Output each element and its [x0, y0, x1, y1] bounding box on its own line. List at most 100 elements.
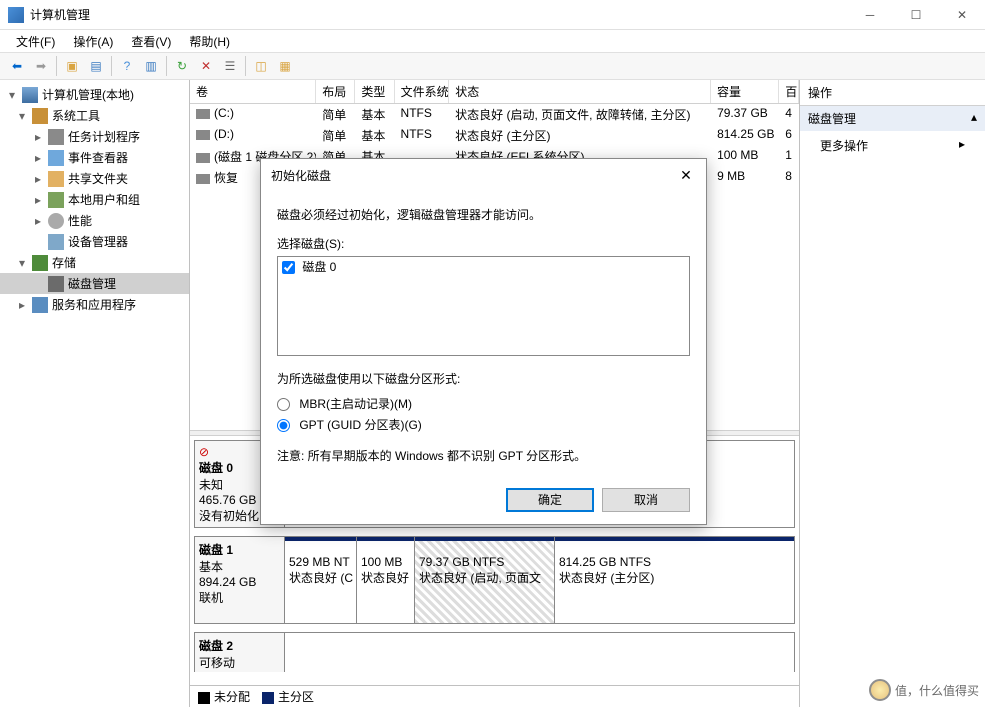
window-title: 计算机管理: [30, 6, 847, 23]
mbr-radio-row[interactable]: MBR(主启动记录)(M): [277, 395, 690, 412]
tree-system-tools[interactable]: ▾系统工具: [0, 105, 189, 126]
tree-shared-folders[interactable]: ▸共享文件夹: [0, 168, 189, 189]
disk-checkbox[interactable]: [282, 261, 295, 274]
actions-more[interactable]: 更多操作▸: [800, 131, 985, 160]
separator: [56, 56, 57, 76]
disk-1-block[interactable]: 磁盘 1 基本 894.24 GB 联机 529 MB NT状态良好 (C 10…: [194, 536, 795, 624]
table-icon[interactable]: ▤: [85, 55, 107, 77]
tree-label: 性能: [68, 212, 92, 229]
tree-device-manager[interactable]: ▸设备管理器: [0, 231, 189, 252]
disk-1-partition-2[interactable]: 100 MB状态良好: [357, 537, 415, 623]
select-disk-label: 选择磁盘(S):: [277, 235, 690, 252]
forward-icon[interactable]: ➡: [30, 55, 52, 77]
new-icon[interactable]: ◫: [250, 55, 272, 77]
app-icon: [8, 7, 24, 23]
cancel-button[interactable]: 取消: [602, 488, 690, 512]
col-type[interactable]: 类型: [355, 80, 394, 103]
disk-item-label: 磁盘 0: [302, 260, 336, 274]
legend: 未分配 主分区: [190, 685, 799, 707]
tree-label: 共享文件夹: [68, 170, 128, 187]
close-button[interactable]: ✕: [939, 0, 985, 30]
separator: [245, 56, 246, 76]
menu-file[interactable]: 文件(F): [8, 31, 63, 52]
tree-label: 磁盘管理: [68, 275, 116, 292]
tree-event-viewer[interactable]: ▸事件查看器: [0, 147, 189, 168]
tree-root[interactable]: ▾计算机管理(本地): [0, 84, 189, 105]
tree-label: 存储: [52, 254, 76, 271]
separator: [111, 56, 112, 76]
tree-label: 本地用户和组: [68, 191, 140, 208]
col-layout[interactable]: 布局: [316, 80, 355, 103]
tree-label: 计算机管理(本地): [42, 86, 134, 103]
disk-size: 894.24 GB: [199, 575, 280, 589]
menu-view[interactable]: 查看(V): [123, 31, 179, 52]
collapse-icon: ▴: [971, 110, 977, 127]
tree-panel: ▾计算机管理(本地) ▾系统工具 ▸任务计划程序 ▸事件查看器 ▸共享文件夹 ▸…: [0, 80, 190, 707]
disk-2-block[interactable]: 磁盘 2 可移动: [194, 632, 795, 672]
volume-row[interactable]: (D:)简单基本NTFS状态良好 (主分区)814.25 GB6: [190, 125, 799, 146]
tree-disk-management[interactable]: ▸磁盘管理: [0, 273, 189, 294]
gpt-radio[interactable]: [277, 419, 290, 432]
disk-type: 基本: [199, 558, 280, 575]
refresh-icon[interactable]: ↻: [171, 55, 193, 77]
partition-style-label: 为所选磁盘使用以下磁盘分区形式:: [277, 370, 690, 387]
chevron-right-icon: ▸: [959, 137, 965, 154]
disk-1-partition-3[interactable]: 79.37 GB NTFS状态良好 (启动, 页面文: [415, 537, 555, 623]
mbr-radio[interactable]: [277, 398, 290, 411]
initialize-disk-dialog: 初始化磁盘 ✕ 磁盘必须经过初始化，逻辑磁盘管理器才能访问。 选择磁盘(S): …: [260, 158, 707, 525]
volume-row[interactable]: (C:)简单基本NTFS状态良好 (启动, 页面文件, 故障转储, 主分区)79…: [190, 104, 799, 125]
delete-icon[interactable]: ✕: [195, 55, 217, 77]
watermark-icon: [869, 679, 891, 701]
tree-label: 设备管理器: [68, 233, 128, 250]
tree-storage[interactable]: ▾存储: [0, 252, 189, 273]
col-capacity[interactable]: 容量: [711, 80, 779, 103]
toolbar: ⬅ ➡ ▣ ▤ ? ▥ ↻ ✕ ☰ ◫ ▦: [0, 52, 985, 80]
disk-1-partition-1[interactable]: 529 MB NT状态良好 (C: [285, 537, 357, 623]
col-status[interactable]: 状态: [449, 80, 711, 103]
minimize-button[interactable]: ─: [847, 0, 893, 30]
tree-performance[interactable]: ▸性能: [0, 210, 189, 231]
actions-header: 操作: [800, 80, 985, 106]
disk-listbox[interactable]: 磁盘 0: [277, 256, 690, 356]
col-volume[interactable]: 卷: [190, 80, 316, 103]
settings-icon[interactable]: ☰: [219, 55, 241, 77]
disk-status: 可移动: [199, 654, 280, 671]
folder-icon[interactable]: ▣: [61, 55, 83, 77]
gpt-radio-row[interactable]: GPT (GUID 分区表)(G): [277, 416, 690, 433]
disk-name: 磁盘 2: [199, 637, 280, 654]
dialog-note: 注意: 所有早期版本的 Windows 都不识别 GPT 分区形式。: [277, 447, 690, 464]
tree-services[interactable]: ▸服务和应用程序: [0, 294, 189, 315]
actions-section[interactable]: 磁盘管理▴: [800, 106, 985, 131]
col-filesystem[interactable]: 文件系统: [395, 80, 450, 103]
disk-1-label: 磁盘 1 基本 894.24 GB 联机: [195, 537, 285, 623]
maximize-button[interactable]: ☐: [893, 0, 939, 30]
disk-name: 磁盘 1: [199, 541, 280, 558]
tree-label: 服务和应用程序: [52, 296, 136, 313]
help-icon[interactable]: ?: [116, 55, 138, 77]
back-icon[interactable]: ⬅: [6, 55, 28, 77]
tree-local-users[interactable]: ▸本地用户和组: [0, 189, 189, 210]
col-last[interactable]: 百: [779, 80, 799, 103]
watermark-text: 值，什么值得买: [895, 682, 979, 699]
gpt-label: GPT (GUID 分区表)(G): [299, 418, 421, 432]
tree-label: 任务计划程序: [68, 128, 140, 145]
titlebar: 计算机管理 ─ ☐ ✕: [0, 0, 985, 30]
dialog-close-button[interactable]: ✕: [676, 167, 696, 184]
disk-status: 联机: [199, 589, 280, 606]
tree-task-scheduler[interactable]: ▸任务计划程序: [0, 126, 189, 147]
ok-button[interactable]: 确定: [506, 488, 594, 512]
menu-action[interactable]: 操作(A): [65, 31, 121, 52]
actions-panel: 操作 磁盘管理▴ 更多操作▸: [800, 80, 985, 707]
disk-2-label: 磁盘 2 可移动: [195, 633, 285, 672]
separator: [166, 56, 167, 76]
menubar: 文件(F) 操作(A) 查看(V) 帮助(H): [0, 30, 985, 52]
list-icon[interactable]: ▥: [140, 55, 162, 77]
disk-list-item[interactable]: 磁盘 0: [278, 257, 689, 276]
dialog-message: 磁盘必须经过初始化，逻辑磁盘管理器才能访问。: [277, 206, 690, 223]
tree-label: 系统工具: [52, 107, 100, 124]
chart-icon[interactable]: ▦: [274, 55, 296, 77]
disk-1-partition-4[interactable]: 814.25 GB NTFS状态良好 (主分区): [555, 537, 794, 623]
menu-help[interactable]: 帮助(H): [181, 31, 238, 52]
legend-primary: 主分区: [262, 688, 314, 705]
watermark: 值，什么值得买: [869, 679, 979, 701]
